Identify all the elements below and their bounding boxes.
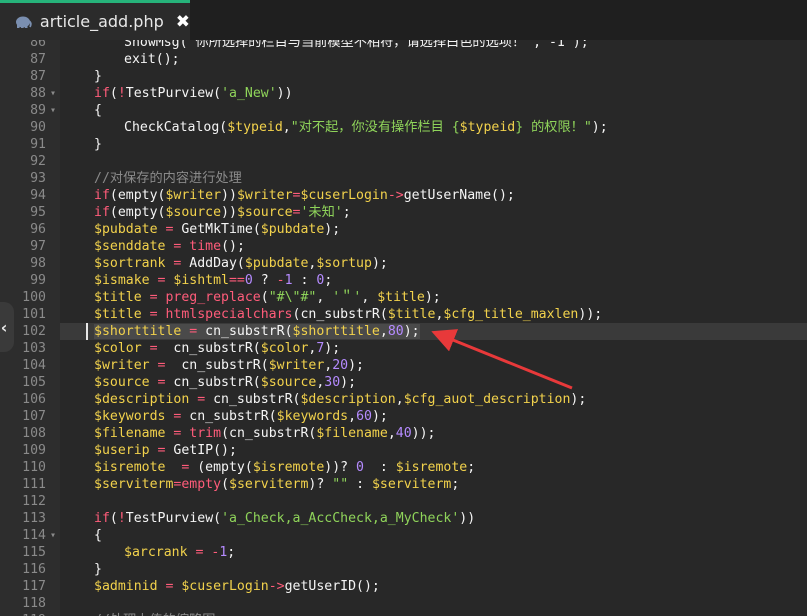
annotation-arrow xyxy=(431,329,573,390)
